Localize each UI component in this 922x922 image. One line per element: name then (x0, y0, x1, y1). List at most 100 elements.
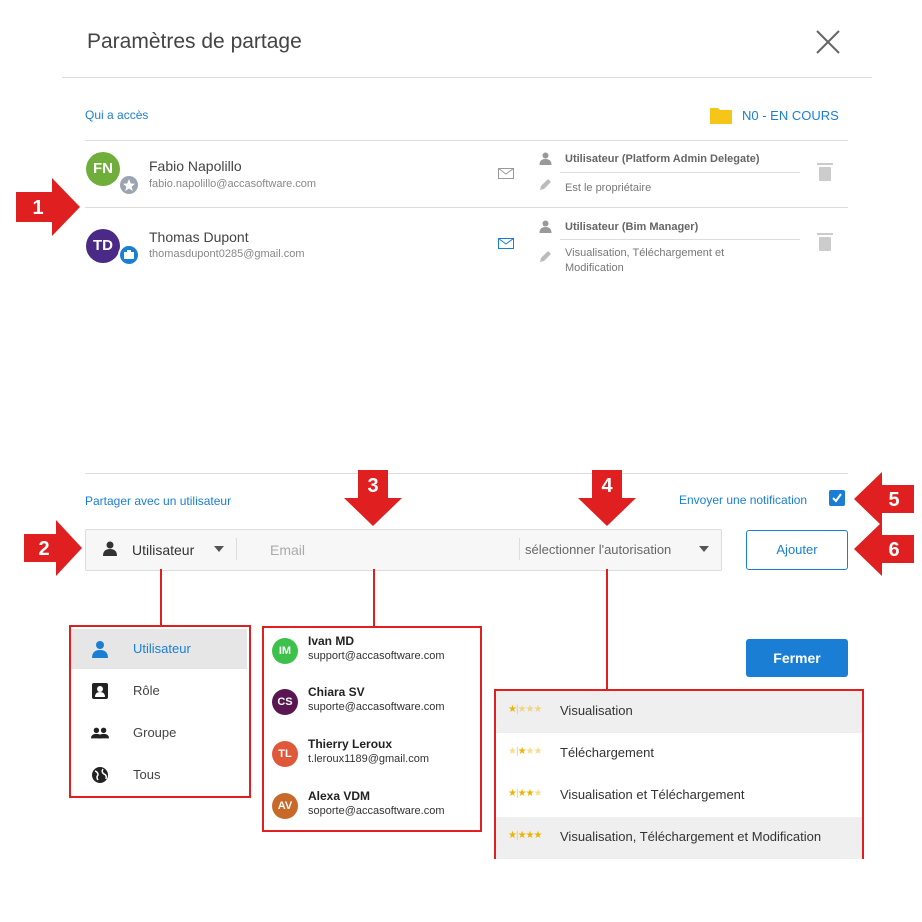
permission-option[interactable]: ★|★★★ Téléchargement (496, 733, 862, 775)
share-label: Partager avec un utilisateur (85, 494, 232, 508)
divider (85, 140, 848, 141)
chevron-down-icon[interactable] (699, 546, 709, 552)
avatar: CS (272, 689, 298, 715)
check-icon (832, 493, 842, 503)
callout-arrow: 3 (344, 470, 402, 526)
type-option-all[interactable]: Tous (71, 755, 247, 795)
permission-dropdown: ★|★★★ Visualisation ★|★★★ Téléchargement… (494, 689, 864, 859)
trash-icon[interactable] (817, 233, 833, 251)
avatar: TL (272, 741, 298, 767)
permission-option[interactable]: ★|★★★ Visualisation et Téléchargement (496, 775, 862, 817)
header-divider (62, 77, 872, 78)
admin-badge-icon (118, 174, 140, 196)
type-option-user[interactable]: Utilisateur (71, 629, 247, 669)
contact-item[interactable]: TL Thierry Leroux t.leroux1189@gmail.com (264, 731, 480, 781)
star-rating-icon: ★|★★★ (508, 788, 542, 799)
type-option-label: Groupe (133, 725, 177, 740)
callout-label: 5 (888, 489, 899, 511)
chevron-down-icon[interactable] (214, 546, 224, 552)
divider (560, 239, 800, 240)
person-icon (539, 152, 552, 165)
contact-email: t.leroux1189@gmail.com (308, 753, 430, 765)
avatar: IM (272, 638, 298, 664)
callout-label: 1 (32, 197, 43, 219)
permission-label: Téléchargement (560, 745, 654, 760)
email-input[interactable]: Email (270, 542, 305, 558)
close-icon[interactable] (814, 28, 842, 56)
pencil-icon (540, 251, 551, 262)
connector-line (606, 569, 608, 690)
dialog-title: Paramètres de partage (87, 30, 302, 53)
notify-checkbox[interactable] (829, 490, 845, 506)
user-email: fabio.napolillo@accasoftware.com (149, 178, 317, 190)
avatar: FN (86, 152, 120, 186)
divider (85, 207, 848, 208)
user-role[interactable]: Utilisateur (Platform Admin Delegate) (565, 153, 760, 165)
person-icon (92, 641, 108, 658)
pencil-icon (540, 179, 551, 190)
type-option-label: Tous (133, 767, 161, 782)
connector-line (373, 569, 375, 626)
callout-label: 3 (367, 475, 378, 497)
person-icon (103, 541, 117, 556)
user-email: thomasdupont0285@gmail.com (149, 248, 305, 260)
divider (519, 538, 520, 560)
user-permission[interactable]: Est le propriétaire (565, 181, 651, 196)
trash-icon[interactable] (817, 163, 833, 181)
star-rating-icon: ★|★★★ (508, 704, 542, 715)
type-option-label: Utilisateur (133, 641, 191, 656)
contact-item[interactable]: AV Alexa VDM soporte@accasoftware.com (264, 783, 480, 833)
contact-email: support@accasoftware.com (308, 650, 445, 662)
callout-label: 4 (601, 475, 613, 497)
permission-option[interactable]: ★|★★★ Visualisation (496, 691, 862, 733)
divider (85, 473, 848, 474)
callout-arrow: 4 (578, 470, 636, 526)
contact-item[interactable]: CS Chiara SV suporte@accasoftware.com (264, 679, 480, 729)
folder-label: N0 - EN COURS (742, 108, 839, 123)
callout-arrow: 1 (16, 178, 80, 236)
type-dropdown: Utilisateur Rôle Groupe Tous (69, 625, 251, 798)
group-icon (91, 727, 109, 739)
type-option-group[interactable]: Groupe (71, 713, 247, 753)
permission-option[interactable]: ★|★★★ Visualisation, Téléchargement et M… (496, 817, 862, 859)
contact-item[interactable]: IM Ivan MD support@accasoftware.com (264, 628, 480, 678)
permission-label: Visualisation (560, 703, 633, 718)
add-button[interactable]: Ajouter (746, 530, 848, 570)
manager-badge-icon (118, 244, 140, 266)
divider (236, 538, 237, 560)
permission-label: Visualisation, Téléchargement et Modific… (560, 829, 822, 844)
permission-select[interactable]: sélectionner l'autorisation (525, 542, 671, 557)
badge-icon (92, 683, 108, 699)
type-select[interactable]: Utilisateur (132, 542, 194, 558)
callout-arrow: 5 (854, 472, 914, 526)
star-rating-icon: ★|★★★ (508, 830, 542, 841)
type-option-label: Rôle (133, 683, 160, 698)
callout-arrow: 6 (854, 522, 914, 576)
user-permission[interactable]: Visualisation, Téléchargement et Modific… (565, 246, 785, 276)
mail-icon[interactable] (498, 238, 514, 249)
user-name: Fabio Napolillo (149, 158, 242, 174)
connector-line (160, 569, 162, 626)
star-rating-icon: ★|★★★ (508, 746, 542, 757)
mail-icon[interactable] (498, 168, 514, 179)
contact-name: Ivan MD (308, 634, 355, 648)
avatar: TD (86, 229, 120, 263)
contact-name: Thierry Leroux (308, 737, 393, 751)
permission-label: Visualisation et Téléchargement (560, 787, 745, 802)
access-label: Qui a accès (85, 108, 149, 122)
folder-icon (710, 108, 732, 124)
person-icon (539, 220, 552, 233)
callout-label: 6 (888, 539, 899, 561)
close-button[interactable]: Fermer (746, 639, 848, 677)
contact-email: soporte@accasoftware.com (308, 805, 445, 817)
callout-label: 2 (38, 538, 49, 560)
contact-name: Alexa VDM (308, 789, 371, 803)
contact-name: Chiara SV (308, 685, 365, 699)
contact-email: suporte@accasoftware.com (308, 701, 445, 713)
divider (560, 172, 800, 173)
globe-icon (92, 767, 108, 783)
type-option-role[interactable]: Rôle (71, 671, 247, 711)
contact-suggestions: IM Ivan MD support@accasoftware.com CS C… (262, 626, 482, 832)
user-role[interactable]: Utilisateur (Bim Manager) (565, 221, 698, 233)
user-name: Thomas Dupont (149, 229, 249, 245)
